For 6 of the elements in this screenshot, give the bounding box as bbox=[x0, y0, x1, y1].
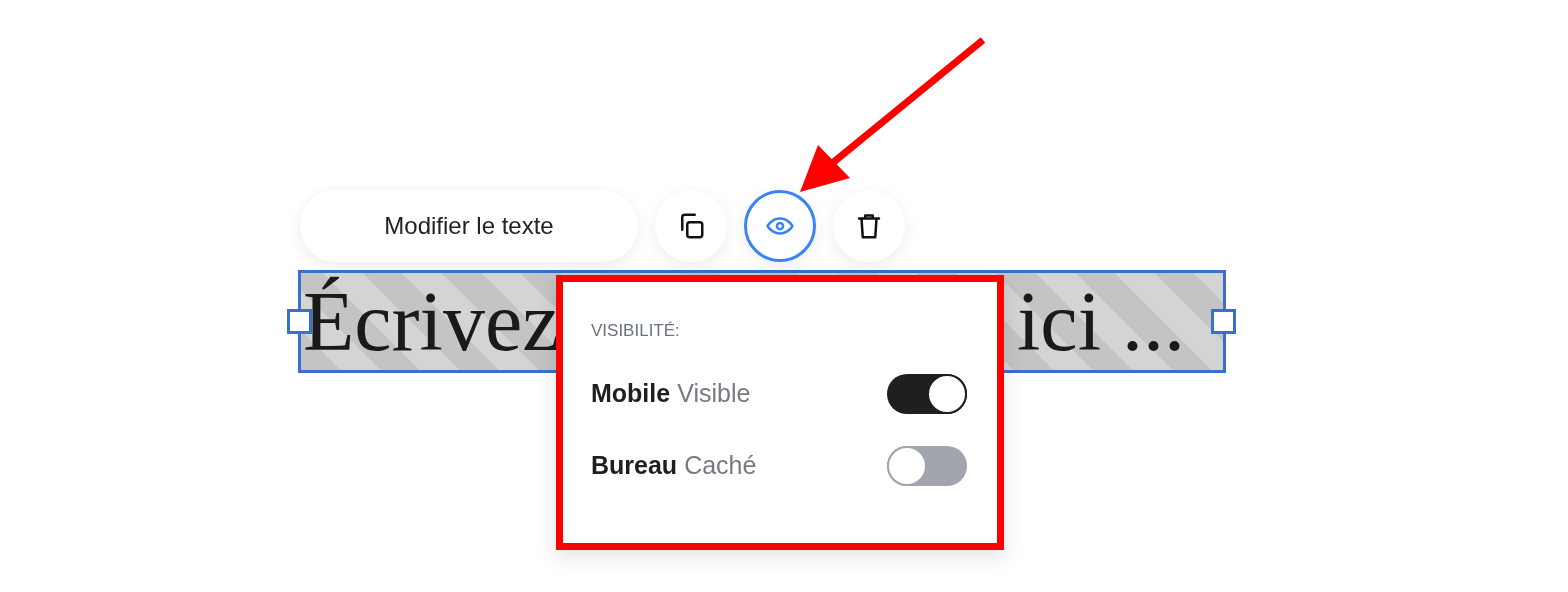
popup-title: VISIBILITÉ: bbox=[591, 320, 681, 342]
device-label: Bureau bbox=[591, 449, 678, 481]
status-label: Caché bbox=[684, 449, 757, 481]
device-label: Mobile bbox=[591, 377, 671, 409]
text-fragment: ici ... bbox=[1017, 279, 1185, 364]
status-label: Visible bbox=[677, 377, 751, 409]
